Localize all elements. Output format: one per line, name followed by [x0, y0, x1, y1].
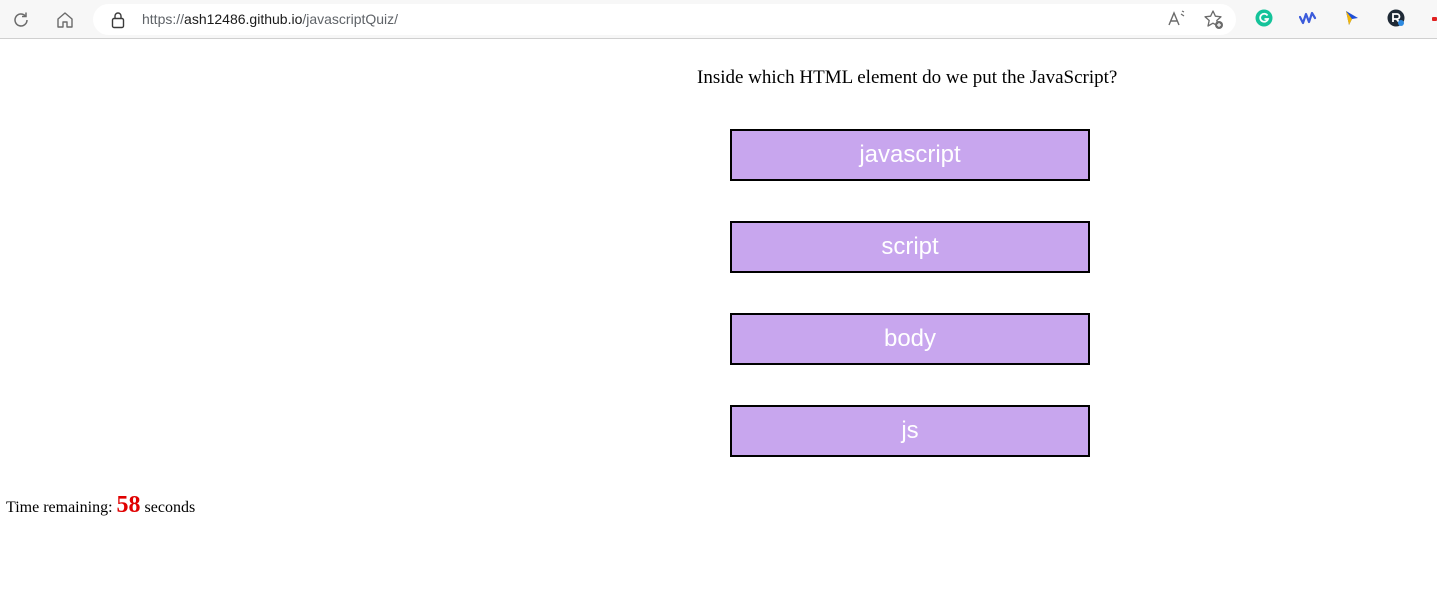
reload-icon — [14, 12, 28, 27]
reload-button[interactable] — [8, 7, 34, 33]
answer-button-body[interactable]: body — [730, 313, 1090, 365]
pointer-icon[interactable] — [1343, 9, 1361, 27]
extension-overflow-icon[interactable] — [1432, 17, 1437, 21]
url-path: /javascriptQuiz/ — [302, 11, 399, 27]
timer: Time remaining: 58 seconds — [6, 492, 195, 519]
home-icon — [57, 12, 73, 28]
answer-button-javascript[interactable]: javascript — [730, 129, 1090, 181]
answer-button-script[interactable]: script — [730, 221, 1090, 273]
url-host: ash12486.github.io — [184, 11, 303, 27]
timer-label: Time remaining: — [6, 499, 117, 516]
lock-icon[interactable] — [110, 11, 126, 29]
browser-toolbar: https://ash12486.github.io/javascriptQui… — [0, 0, 1437, 39]
address-bar[interactable]: https://ash12486.github.io/javascriptQui… — [93, 4, 1236, 35]
favorite-icon[interactable] — [1203, 9, 1225, 31]
wave-icon[interactable] — [1299, 9, 1317, 27]
url-text[interactable]: https://ash12486.github.io/javascriptQui… — [142, 11, 398, 28]
home-button[interactable] — [52, 7, 78, 33]
read-aloud-icon[interactable] — [1167, 9, 1189, 29]
timer-value: 58 — [116, 492, 141, 518]
timer-unit: seconds — [140, 499, 196, 516]
question-text: Inside which HTML element do we put the … — [697, 67, 1118, 88]
grammarly-icon[interactable] — [1255, 9, 1273, 27]
answer-button-js[interactable]: js — [730, 405, 1090, 457]
r-icon[interactable] — [1387, 9, 1405, 27]
url-scheme: https:// — [142, 11, 185, 27]
